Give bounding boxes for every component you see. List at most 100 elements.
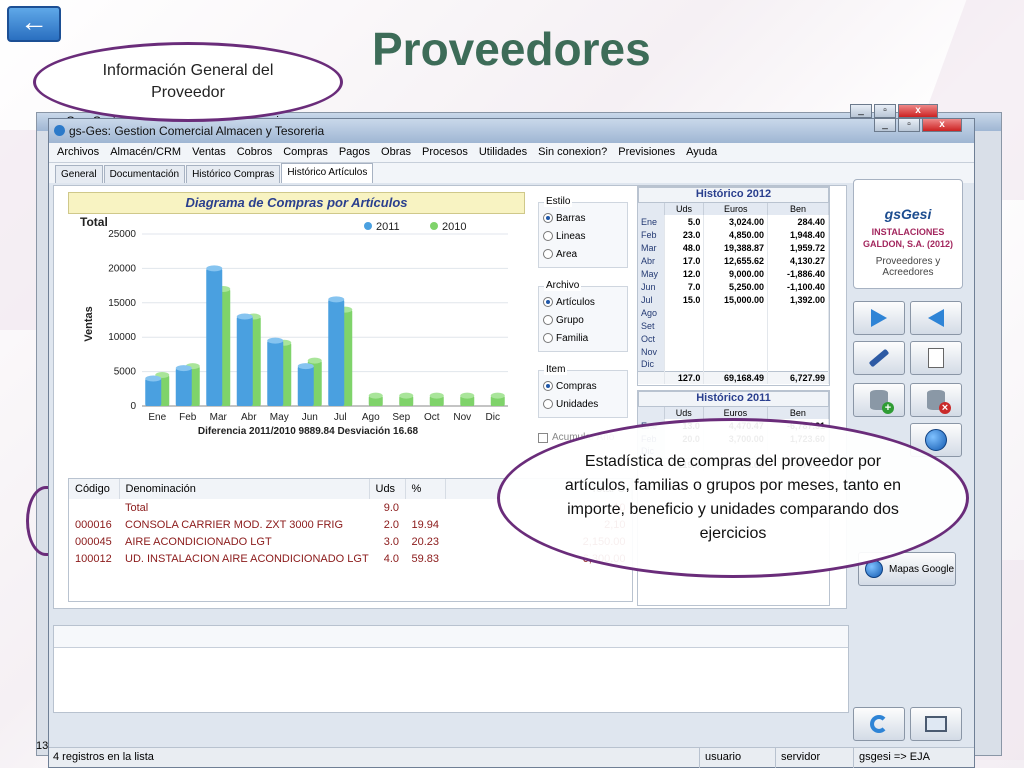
bar-cap-2011 bbox=[297, 363, 314, 370]
menu-ventas[interactable]: Ventas bbox=[192, 146, 226, 162]
table-cell bbox=[664, 358, 705, 371]
table-row[interactable]: 100012 UD. INSTALACION AIRE ACONDICIONADO… bbox=[69, 550, 632, 567]
table-cell bbox=[703, 358, 769, 371]
radio-compras[interactable]: Compras bbox=[543, 377, 627, 395]
y-axis-label: Ventas bbox=[83, 306, 95, 341]
window-titlebar: gs-Ges: Gestion Comercial Almacen y Teso… bbox=[49, 119, 974, 143]
bar-2011 bbox=[206, 268, 223, 406]
menu-sin-conexion[interactable]: Sin conexion? bbox=[538, 146, 607, 162]
x-tick-label: Ene bbox=[148, 412, 166, 423]
delete-record-button[interactable] bbox=[910, 383, 962, 417]
radio-dot bbox=[543, 399, 553, 409]
x-tick-label: Abr bbox=[241, 412, 257, 423]
menu-cobros[interactable]: Cobros bbox=[237, 146, 272, 162]
grid-header-denominacion[interactable]: Denominación bbox=[119, 479, 370, 499]
radio-articulos[interactable]: Artículos bbox=[543, 293, 627, 311]
menu-almacen[interactable]: Almacén/CRM bbox=[110, 146, 181, 162]
brand-logo: gsGesi bbox=[884, 206, 932, 222]
x-tick-label: Dic bbox=[486, 412, 500, 423]
table-cell: CONSOLA CARRIER MOD. ZXT 3000 FRIG bbox=[125, 518, 344, 531]
tab-historico-articulos[interactable]: Histórico Artículos bbox=[281, 163, 374, 183]
radio-area[interactable]: Area bbox=[543, 245, 627, 263]
bar-2011 bbox=[267, 340, 284, 406]
notes-panel[interactable] bbox=[53, 625, 849, 713]
table-cell: 2.0 bbox=[383, 518, 399, 531]
undo-button[interactable] bbox=[853, 707, 905, 741]
menu-pagos[interactable]: Pagos bbox=[339, 146, 370, 162]
add-record-button[interactable] bbox=[853, 383, 905, 417]
minimize-icon[interactable]: _ bbox=[874, 118, 896, 132]
tab-general[interactable]: General bbox=[55, 165, 103, 183]
tab-documentacion[interactable]: Documentación bbox=[103, 165, 186, 183]
back-button[interactable]: ← bbox=[7, 6, 61, 42]
table-cell bbox=[767, 345, 829, 358]
radio-label: Unidades bbox=[556, 398, 599, 410]
menu-obras[interactable]: Obras bbox=[381, 146, 411, 162]
menu-compras[interactable]: Compras bbox=[283, 146, 328, 162]
table-cell bbox=[405, 499, 445, 516]
table-cell: 15,000.00 bbox=[703, 293, 769, 306]
radio-grupo[interactable]: Grupo bbox=[543, 311, 627, 329]
maximize-icon[interactable]: ▫ bbox=[874, 104, 896, 118]
table-cell: 23.0 bbox=[664, 228, 705, 241]
bar-2011 bbox=[175, 368, 192, 406]
table-cell bbox=[703, 332, 769, 345]
table-cell: 12.0 bbox=[664, 267, 705, 280]
radio-label: Compras bbox=[556, 380, 597, 392]
bar-2011 bbox=[145, 378, 162, 406]
previous-button[interactable] bbox=[910, 301, 962, 335]
bar-cap-2010 bbox=[460, 392, 475, 399]
grid-header-codigo[interactable]: Código bbox=[69, 479, 120, 499]
month-label: Set bbox=[638, 319, 665, 332]
grid-header-pct[interactable]: % bbox=[405, 479, 446, 499]
month-label: May bbox=[638, 267, 665, 280]
arrow-left-icon bbox=[928, 309, 944, 327]
grid-header-uds[interactable]: Uds bbox=[369, 479, 406, 499]
document-button[interactable] bbox=[910, 341, 962, 375]
x-tick-label: Sep bbox=[392, 412, 410, 423]
menu-ayuda[interactable]: Ayuda bbox=[686, 146, 717, 162]
windows-button[interactable] bbox=[910, 707, 962, 741]
table-row: Ene 5.0 3,024.00 284.40 bbox=[638, 215, 829, 228]
radio-dot bbox=[543, 231, 553, 241]
table-cell bbox=[664, 306, 705, 319]
next-button[interactable] bbox=[853, 301, 905, 335]
radio-barras[interactable]: Barras bbox=[543, 209, 627, 227]
menu-procesos[interactable]: Procesos bbox=[422, 146, 468, 162]
menu-previsiones[interactable]: Previsiones bbox=[618, 146, 675, 162]
status-user: usuario bbox=[705, 751, 742, 763]
maximize-icon[interactable]: ▫ bbox=[898, 118, 920, 132]
radio-dot bbox=[543, 213, 553, 223]
y-tick-label: 25000 bbox=[108, 229, 136, 240]
radio-familia[interactable]: Familia bbox=[543, 329, 627, 347]
maps-label: Mapas Google bbox=[889, 563, 955, 575]
bar-cap-2011 bbox=[328, 296, 345, 303]
close-icon[interactable]: x bbox=[922, 118, 962, 132]
month-label: Dic bbox=[638, 358, 665, 371]
table-cell: 19,388.87 bbox=[703, 241, 769, 254]
company-name: INSTALACIONES GALDON, S.A. (2012) bbox=[862, 227, 954, 249]
radio-dot bbox=[543, 381, 553, 391]
menu-archivos[interactable]: Archivos bbox=[57, 146, 99, 162]
historico-2011-title: Histórico 2011 bbox=[638, 391, 829, 407]
minimize-icon[interactable]: _ bbox=[850, 104, 872, 118]
x-tick-label: Oct bbox=[424, 412, 440, 423]
table-cell: 7.0 bbox=[664, 280, 705, 293]
bar-cap-2011 bbox=[145, 375, 162, 382]
y-tick-label: 15000 bbox=[108, 298, 136, 309]
menu-utilidades[interactable]: Utilidades bbox=[479, 146, 527, 162]
historico-2012-title: Histórico 2012 bbox=[638, 187, 829, 203]
status-db: gsgesi => EJA bbox=[859, 751, 930, 763]
month-label: Abr bbox=[638, 254, 665, 267]
month-label: Ene bbox=[638, 215, 665, 228]
table-cell: -1,886.40 bbox=[767, 267, 829, 280]
legend-label: 2011 bbox=[376, 221, 400, 233]
radio-lineas[interactable]: Lineas bbox=[543, 227, 627, 245]
edit-button[interactable] bbox=[853, 341, 905, 375]
table-cell: 20.23 bbox=[411, 535, 439, 548]
bar-cap-2011 bbox=[236, 313, 253, 320]
month-label: Mar bbox=[638, 241, 665, 254]
radio-unidades[interactable]: Unidades bbox=[543, 395, 627, 413]
close-icon[interactable]: x bbox=[898, 104, 938, 118]
tab-historico-compras[interactable]: Histórico Compras bbox=[186, 165, 281, 183]
